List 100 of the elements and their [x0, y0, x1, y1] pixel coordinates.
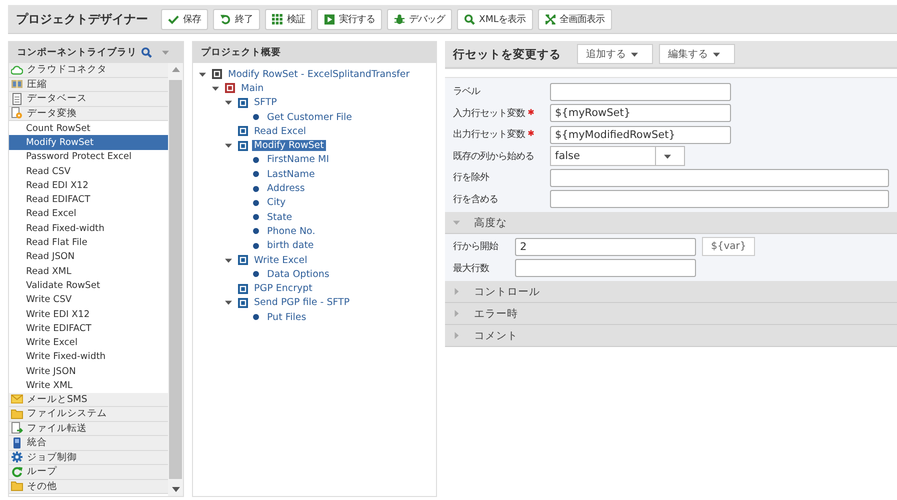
tile-icon [212, 69, 222, 80]
toolbar-button[interactable]: デバッグ [387, 8, 452, 30]
text-field[interactable]: 2 [515, 238, 696, 256]
tree-item[interactable]: Get Customer File [265, 112, 354, 123]
toolbar-button[interactable]: 実行する [317, 8, 382, 30]
category-header[interactable]: その他 [9, 480, 168, 494]
tree-item[interactable]: Read Excel [252, 126, 308, 137]
archive-icon [11, 78, 23, 90]
tree-item[interactable]: Modify RowSet [252, 140, 326, 152]
tree-item[interactable]: Modify RowSet - ExcelSplitandTransfer [226, 68, 412, 80]
component-item[interactable]: Count RowSet [9, 121, 168, 136]
tree-item[interactable]: LastName [265, 168, 317, 180]
toggle-icon[interactable] [225, 299, 232, 306]
toolbar-button[interactable]: 終了 [213, 8, 260, 30]
tree-item[interactable]: State [265, 212, 294, 223]
toggle-icon[interactable] [453, 288, 460, 295]
envelope-icon [11, 393, 23, 406]
toggle-icon[interactable] [453, 219, 460, 226]
component-item[interactable]: Password Protect Excel [9, 150, 168, 164]
component-item[interactable]: Read JSON [9, 250, 168, 264]
category-header[interactable]: ループ [9, 465, 168, 480]
component-item[interactable]: Read CSV [9, 164, 168, 178]
text-field[interactable]: ${myRowSet} [550, 104, 731, 122]
component-item[interactable]: Modify RowSet [9, 135, 168, 150]
loop-icon [11, 466, 23, 478]
text-field[interactable] [515, 259, 696, 278]
component-item[interactable]: Write Fixed-width [9, 350, 168, 364]
component-item[interactable]: Write CSV [9, 292, 168, 307]
toggle-icon[interactable] [225, 99, 232, 106]
category-header[interactable]: 圧縮 [9, 78, 168, 92]
field-label: 行から開始 [453, 240, 498, 254]
dropdown[interactable]: false [550, 146, 685, 166]
category-header[interactable]: メールとSMS [9, 392, 168, 408]
category-header[interactable]: ファイルシステム [9, 407, 168, 422]
section-header[interactable]: コメント [445, 325, 897, 347]
category-header[interactable]: データベース [9, 92, 168, 106]
caret-icon[interactable] [713, 50, 720, 58]
menu-button[interactable]: 追加する [577, 44, 653, 64]
component-item[interactable]: Read XML [9, 264, 168, 278]
gear-icon [11, 451, 23, 464]
component-item[interactable]: Validate RowSet [9, 278, 168, 293]
text-field[interactable] [550, 190, 889, 208]
toggle-icon[interactable] [212, 84, 219, 92]
tree-item[interactable]: City [265, 197, 288, 208]
section-header[interactable]: エラー時 [445, 303, 897, 325]
scroll-up-icon[interactable] [172, 67, 180, 72]
caret-icon[interactable] [664, 152, 670, 160]
tree-item[interactable]: Address [265, 183, 307, 194]
tile-icon [238, 255, 248, 265]
scroll-down-icon[interactable] [172, 487, 180, 492]
component-item[interactable]: Write EDI X12 [9, 306, 168, 322]
toggle-icon[interactable] [453, 332, 460, 339]
text-field[interactable] [550, 82, 731, 101]
tree-item[interactable]: Data Options [265, 268, 332, 280]
category-header[interactable]: クラウドコネクタ [9, 63, 168, 78]
component-item[interactable]: Write JSON [9, 364, 168, 378]
text-field[interactable]: ${myModifiedRowSet} [550, 126, 731, 144]
caret-icon[interactable] [631, 50, 638, 58]
tile-icon [225, 83, 235, 94]
search-icon[interactable] [141, 47, 152, 58]
category-header[interactable]: ファイル転送 [9, 422, 168, 436]
scrollbar-thumb[interactable] [169, 80, 182, 479]
toggle-icon[interactable] [453, 310, 460, 317]
component-item[interactable]: Read Flat File [9, 235, 168, 250]
panel-title: コンポーネントライブラリ [17, 46, 138, 59]
toggle-icon[interactable] [199, 70, 206, 78]
category-header[interactable]: ジョブ制御 [9, 450, 168, 466]
tree-item[interactable]: SFTP [252, 97, 279, 108]
tree-item[interactable]: Put Files [265, 312, 308, 323]
toolbar-button[interactable]: XMLを表示 [457, 8, 533, 30]
component-item[interactable]: Read EDIFACT [9, 192, 168, 207]
component-item[interactable]: Read Excel [9, 206, 168, 222]
component-item[interactable]: Read Fixed-width [9, 221, 168, 236]
menu-button[interactable]: 編集する [659, 44, 735, 64]
toolbar-button[interactable]: 全画面表示 [538, 8, 612, 30]
section-header[interactable]: コントロール [445, 281, 897, 303]
text-field[interactable] [550, 168, 889, 187]
toolbar-button[interactable]: 検証 [265, 8, 312, 30]
section-header[interactable]: 高度な [445, 212, 897, 234]
component-item[interactable]: Write XML [9, 378, 168, 393]
tree-item[interactable]: Write Excel [252, 254, 310, 266]
tree-item[interactable]: Main [239, 82, 266, 94]
category-header[interactable]: 統合 [9, 436, 168, 451]
toggle-icon[interactable] [225, 256, 232, 264]
field-label: 最大行数 [453, 262, 489, 275]
component-item[interactable]: Write Excel [9, 335, 168, 350]
tile-icon [238, 126, 248, 136]
tree-item[interactable]: birth date [265, 240, 316, 252]
tree-item[interactable]: Send PGP file - SFTP [252, 297, 352, 308]
toolbar-button[interactable]: 保存 [161, 8, 208, 30]
variable-button[interactable]: ${var} [702, 237, 756, 256]
component-item[interactable]: Read EDI X12 [9, 178, 168, 192]
tree-item[interactable]: FirstName MI [265, 154, 332, 166]
component-item[interactable]: Write EDIFACT [9, 321, 168, 336]
toggle-icon[interactable] [225, 142, 232, 150]
bullet-icon [253, 186, 259, 192]
tree-item[interactable]: PGP Encrypt [252, 283, 314, 294]
category-header[interactable]: データ変換 [9, 106, 168, 121]
field-label: 入力行セット変数 [453, 106, 525, 120]
tree-item[interactable]: Phone No. [265, 226, 318, 237]
